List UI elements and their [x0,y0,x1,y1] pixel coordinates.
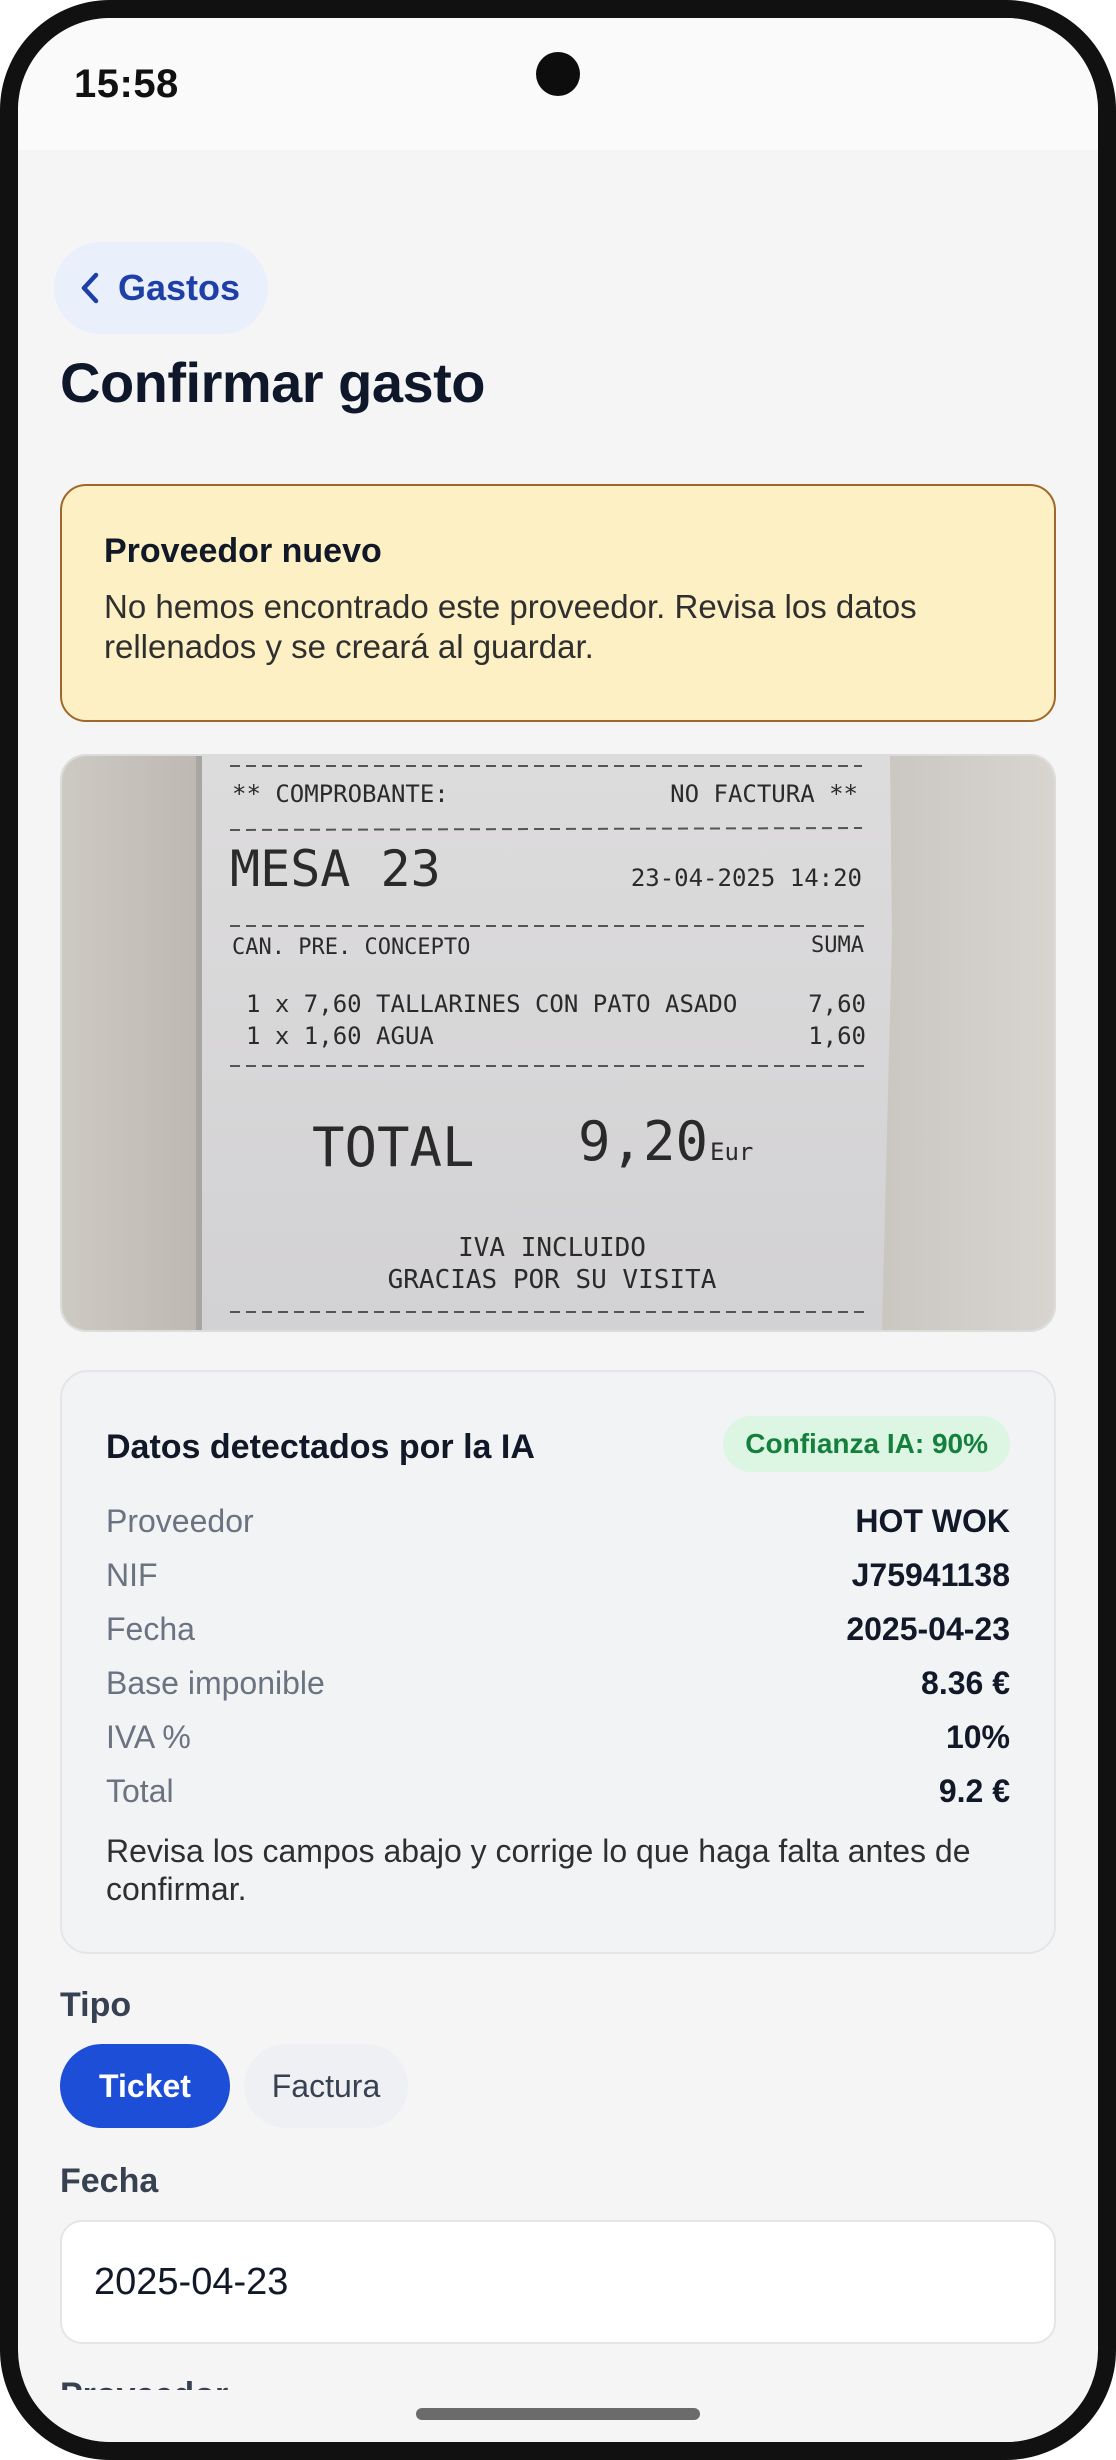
ai-row-label: IVA % [106,1718,191,1755]
receipt-line1-right: NO FACTURA ** [670,780,858,808]
ai-row-label: Base imponible [106,1664,325,1701]
receipt-item-2: 1 x 1,60 AGUA [246,1022,434,1050]
chevron-left-icon [78,270,104,306]
ai-row-label: Fecha [106,1610,195,1647]
tipo-label: Tipo [60,1986,132,2024]
receipt-table: MESA 23 [230,840,441,898]
ai-row-value: J75941138 [851,1556,1010,1593]
ai-row-base-imponible: Base imponible 8.36 € [106,1656,1010,1710]
ai-row-value: 2025-04-23 [846,1610,1010,1647]
ai-row-value: 10% [945,1718,1010,1755]
bottom-gesture-area [18,2390,1098,2442]
camera-cutout [536,52,580,96]
ai-row-value: 8.36 € [921,1664,1010,1701]
ai-row-label: Proveedor [106,1502,254,1539]
ai-row-label: Total [106,1772,174,1809]
ai-row-value: 9.2 € [938,1772,1010,1809]
receipt-item-2-amount: 1,60 [808,1022,866,1050]
receipt-datetime: 23-04-2025 14:20 [631,864,862,892]
ai-row-label: NIF [106,1556,158,1593]
alert-message: No hemos encontrado este proveedor. Revi… [104,588,917,665]
tipo-option-ticket[interactable]: Ticket [60,2044,230,2128]
ai-row-iva: IVA % 10% [106,1710,1010,1764]
phone-frame: 15:58 Gastos Confirmar gasto Proveedor n… [0,0,1116,2460]
fecha-label: Fecha [60,2162,159,2200]
status-time: 15:58 [74,62,179,106]
receipt-footer-2: GRACIAS POR SU VISITA [388,1265,717,1295]
ai-detected-card: Datos detectados por la IA Confianza IA:… [60,1370,1056,1954]
back-button-label: Gastos [118,267,241,308]
receipt-currency: Eur [710,1138,753,1166]
ai-row-nif: NIF J75941138 [106,1548,1010,1602]
ai-card-title: Datos detectados por la IA [106,1428,535,1466]
alert-title: Proveedor nuevo [104,532,382,570]
receipt-line1-left: ** COMPROBANTE: [232,780,449,808]
home-indicator[interactable] [416,2408,700,2420]
page-title: Confirmar gasto [60,351,486,414]
ai-confidence-badge: Confianza IA: 90% [723,1416,1010,1472]
ai-row-total: Total 9.2 € [106,1764,1010,1818]
fecha-input[interactable]: 2025-04-23 [60,2220,1056,2344]
ai-row-value: HOT WOK [855,1502,1010,1539]
ai-row-fecha: Fecha 2025-04-23 [106,1602,1010,1656]
receipt-item-1-amount: 7,60 [808,990,866,1018]
ai-review-note: Revisa los campos abajo y corrige lo que… [106,1833,971,1907]
receipt-footer-1: IVA INCLUIDO [458,1233,646,1263]
ai-row-proveedor: Proveedor HOT WOK [106,1494,1010,1548]
back-button[interactable]: Gastos [54,242,269,334]
new-provider-alert: Proveedor nuevo No hemos encontrado este… [60,484,1056,722]
screen-content: Gastos Confirmar gasto Proveedor nuevo N… [18,150,1098,2442]
fecha-input-value: 2025-04-23 [94,2260,289,2303]
status-bar: 15:58 [18,18,1098,150]
receipt-header-left: CAN. PRE. CONCEPTO [232,935,470,960]
receipt-total-value: 9,20 [578,1110,708,1173]
ai-fields: Proveedor HOT WOK NIF J75941138 Fecha 20… [106,1494,1010,1818]
receipt-item-1: 1 x 7,60 TALLARINES CON PATO ASADO [246,990,737,1018]
receipt-photo[interactable]: ** COMPROBANTE: NO FACTURA ** MESA 23 23… [60,754,1056,1332]
receipt-header-right: SUMA [811,933,864,958]
tipo-option-factura[interactable]: Factura [244,2044,408,2128]
receipt-total-label: TOTAL [312,1116,475,1179]
